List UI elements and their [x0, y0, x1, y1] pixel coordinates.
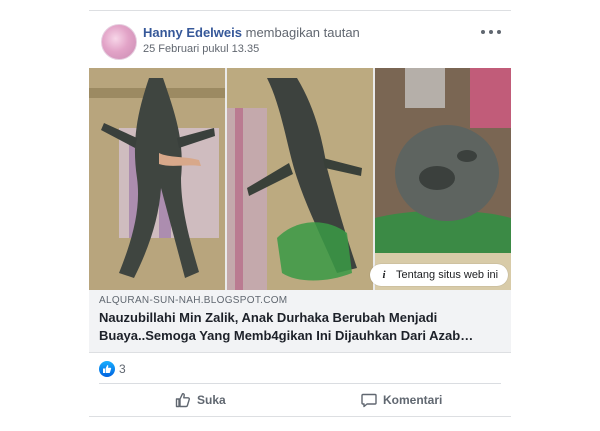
reaction-summary[interactable]: 3 [99, 360, 126, 378]
post-author-line: Hanny Edelweis membagikan tautan [143, 25, 360, 40]
card-top-border [89, 10, 511, 11]
author-name[interactable]: Hanny Edelweis [143, 25, 242, 40]
shared-photo-3[interactable] [375, 68, 511, 290]
link-headline[interactable]: Nauzubillahi Min Zalik, Anak Durhaka Ber… [99, 309, 499, 345]
info-icon: i [382, 269, 386, 281]
post-action-text: membagikan tautan [245, 25, 360, 40]
comment-button[interactable]: Komentari [361, 386, 442, 414]
like-label: Suka [197, 393, 226, 407]
about-website-label: Tentang situs web ini [396, 269, 499, 281]
post-header: Hanny Edelweis membagikan tautan 25 Febr… [89, 20, 511, 70]
shared-photo-1[interactable] [89, 68, 225, 290]
link-media[interactable]: i Tentang situs web ini [89, 68, 511, 290]
more-options-icon[interactable] [481, 24, 501, 40]
post-actions: Suka Komentari [89, 386, 511, 416]
shared-photo-2[interactable] [227, 68, 373, 290]
like-button[interactable]: Suka [175, 386, 226, 414]
comment-icon [361, 393, 377, 408]
like-icon [99, 361, 115, 377]
avatar[interactable] [101, 24, 137, 60]
actions-divider [99, 383, 501, 384]
thumbs-up-icon [175, 393, 191, 408]
post-card: Hanny Edelweis membagikan tautan 25 Febr… [89, 10, 511, 421]
link-domain: ALQURAN-SUN-NAH.BLOGSPOT.COM [99, 295, 288, 306]
reaction-count: 3 [119, 362, 126, 376]
card-bottom-border [89, 416, 511, 417]
post-timestamp[interactable]: 25 Februari pukul 13.35 [143, 43, 259, 55]
link-preview[interactable]: ALQURAN-SUN-NAH.BLOGSPOT.COM Nauzubillah… [89, 290, 511, 353]
comment-label: Komentari [383, 393, 443, 407]
about-website-tag[interactable]: i Tentang situs web ini [370, 264, 509, 286]
